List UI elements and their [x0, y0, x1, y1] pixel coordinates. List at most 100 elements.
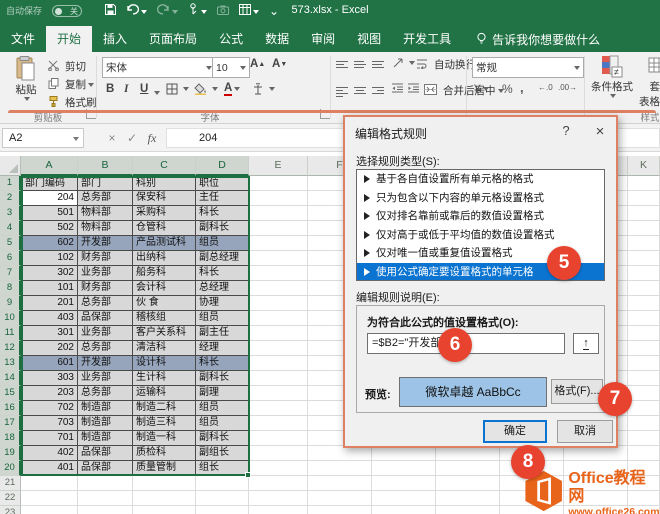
enter-entry-icon[interactable]: ✓ [122, 128, 142, 148]
ok-button[interactable]: 确定 [483, 420, 547, 443]
cell-C2[interactable]: 保安科 [133, 191, 196, 206]
cell-K5[interactable] [628, 236, 660, 251]
cell-D7[interactable]: 科长 [196, 266, 249, 281]
rule-type-item[interactable]: 仅对排名靠前或靠后的数值设置格式 [357, 207, 604, 226]
cancel-button[interactable]: 取消 [557, 420, 613, 443]
row-header-20[interactable]: 20 [0, 461, 21, 476]
cell-B7[interactable]: 业务部 [78, 266, 133, 281]
cell-C12[interactable]: 清洁科 [133, 341, 196, 356]
cell-H23[interactable] [436, 506, 500, 514]
cell-D14[interactable]: 副科长 [196, 371, 249, 386]
borders-icon[interactable] [166, 83, 189, 95]
ribbon-tab-审阅[interactable]: 审阅 [300, 26, 346, 52]
cell-K1[interactable] [628, 176, 660, 191]
cell-D8[interactable]: 总经理 [196, 281, 249, 296]
grow-font-icon[interactable]: A▲ [250, 58, 265, 70]
cell-D22[interactable] [196, 491, 249, 506]
cell-D20[interactable]: 组长 [196, 461, 249, 476]
cell-E3[interactable] [249, 206, 308, 221]
row-header-12[interactable]: 12 [0, 341, 21, 356]
cell-B12[interactable]: 总务部 [78, 341, 133, 356]
row-header-23[interactable]: 23 [0, 506, 21, 514]
font-size-combo[interactable]: 10 [212, 57, 250, 78]
cell-C16[interactable]: 制造二科 [133, 401, 196, 416]
row-header-17[interactable]: 17 [0, 416, 21, 431]
dialog-close-icon[interactable]: × [592, 123, 608, 140]
cell-C14[interactable]: 生计科 [133, 371, 196, 386]
name-box[interactable]: A2 [2, 128, 84, 148]
cell-H21[interactable] [436, 476, 500, 491]
cell-A15[interactable]: 203 [21, 386, 78, 401]
cell-E21[interactable] [249, 476, 308, 491]
cell-B4[interactable]: 物料部 [78, 221, 133, 236]
cell-F21[interactable] [308, 476, 372, 491]
italic-button[interactable]: I [124, 83, 128, 95]
cell-A3[interactable]: 501 [21, 206, 78, 221]
cell-E16[interactable] [249, 401, 308, 416]
decrease-decimal-icon[interactable]: .00→ [558, 83, 577, 92]
cell-E10[interactable] [249, 311, 308, 326]
cell-B17[interactable]: 制造部 [78, 416, 133, 431]
cell-E2[interactable] [249, 191, 308, 206]
cell-G22[interactable] [372, 491, 436, 506]
cell-E5[interactable] [249, 236, 308, 251]
cell-C13[interactable]: 设计科 [133, 356, 196, 371]
cell-A16[interactable]: 702 [21, 401, 78, 416]
cell-B9[interactable]: 总务部 [78, 296, 133, 311]
row-header-21[interactable]: 21 [0, 476, 21, 491]
cell-A18[interactable]: 701 [21, 431, 78, 446]
cell-D16[interactable]: 组员 [196, 401, 249, 416]
cell-E23[interactable] [249, 506, 308, 514]
cell-A5[interactable]: 602 [21, 236, 78, 251]
row-header-4[interactable]: 4 [0, 221, 21, 236]
cell-H20[interactable] [436, 461, 500, 476]
ribbon-tab-公式[interactable]: 公式 [208, 26, 254, 52]
cell-C5[interactable]: 产品测试科 [133, 236, 196, 251]
cell-A2[interactable]: 204 [21, 191, 78, 206]
column-header-C[interactable]: C [133, 156, 196, 176]
cell-J19[interactable] [564, 446, 628, 461]
cell-D3[interactable]: 科长 [196, 206, 249, 221]
cell-B21[interactable] [78, 476, 133, 491]
cell-D9[interactable]: 协理 [196, 296, 249, 311]
cell-B23[interactable] [78, 506, 133, 514]
collapse-dialog-button[interactable]: ↑ [573, 333, 599, 354]
cell-B16[interactable]: 制造部 [78, 401, 133, 416]
row-header-10[interactable]: 10 [0, 311, 21, 326]
cell-D19[interactable]: 副组长 [196, 446, 249, 461]
cell-B13[interactable]: 开发部 [78, 356, 133, 371]
cell-B14[interactable]: 业务部 [78, 371, 133, 386]
cut-button[interactable]: 剪切 [48, 59, 86, 74]
cell-C1[interactable]: 科别 [133, 176, 196, 191]
cell-F20[interactable] [308, 461, 372, 476]
cell-E9[interactable] [249, 296, 308, 311]
increase-decimal-icon[interactable]: ←.0 [538, 83, 553, 92]
row-header-18[interactable]: 18 [0, 431, 21, 446]
cell-G23[interactable] [372, 506, 436, 514]
conditional-formatting-button[interactable]: ≠ 条件格式 [589, 55, 635, 98]
cell-K2[interactable] [628, 191, 660, 206]
cell-K15[interactable] [628, 386, 660, 401]
cell-K10[interactable] [628, 311, 660, 326]
format-button[interactable]: 格式(F)... [551, 379, 603, 404]
format-as-table-button[interactable]: 套用表格格式 [637, 55, 660, 109]
cell-B11[interactable]: 业务部 [78, 326, 133, 341]
cell-E6[interactable] [249, 251, 308, 266]
cell-C15[interactable]: 运输科 [133, 386, 196, 401]
cell-K8[interactable] [628, 281, 660, 296]
bold-button[interactable]: B [106, 83, 114, 95]
cell-D13[interactable]: 科长 [196, 356, 249, 371]
cell-K6[interactable] [628, 251, 660, 266]
copy-button[interactable]: 复制 [48, 77, 94, 92]
cell-K7[interactable] [628, 266, 660, 281]
cell-A1[interactable]: 部门编码 [21, 176, 78, 191]
cell-K13[interactable] [628, 356, 660, 371]
cell-G20[interactable] [372, 461, 436, 476]
select-all-corner[interactable] [0, 156, 21, 176]
cell-F22[interactable] [308, 491, 372, 506]
cell-C6[interactable]: 出纳科 [133, 251, 196, 266]
row-header-15[interactable]: 15 [0, 386, 21, 401]
cell-K16[interactable] [628, 401, 660, 416]
shrink-font-icon[interactable]: A▼ [272, 58, 287, 70]
phonetic-guide-icon[interactable] [252, 83, 275, 95]
